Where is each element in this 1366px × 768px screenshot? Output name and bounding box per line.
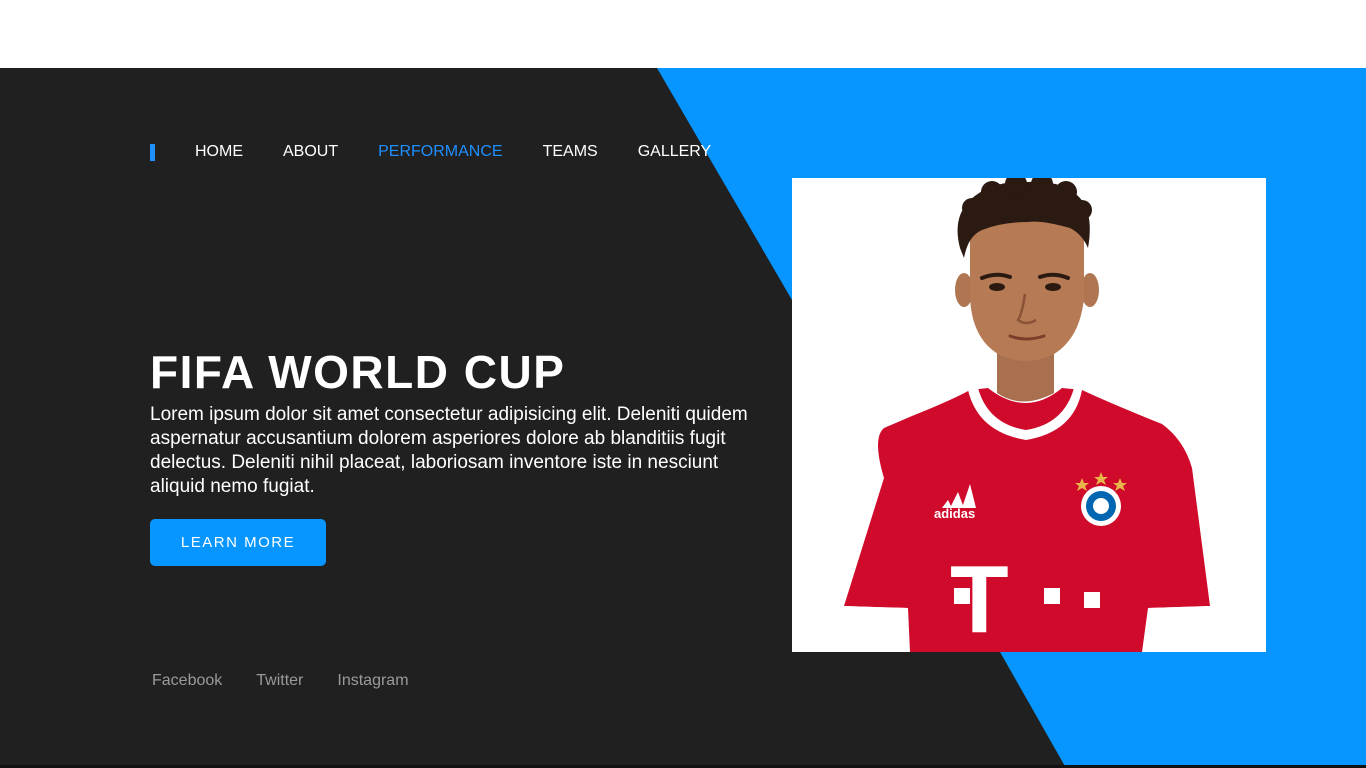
nav-item-teams[interactable]: TEAMS [543, 143, 598, 161]
twitter-link[interactable]: Twitter [256, 672, 303, 690]
nav-marker [150, 143, 155, 161]
nav-item-home[interactable]: HOME [195, 143, 243, 161]
facebook-link[interactable]: Facebook [152, 672, 222, 690]
nav-item-performance[interactable]: PERFORMANCE [378, 143, 502, 161]
nav-item-gallery[interactable]: GALLERY [638, 143, 712, 161]
hero-section: HOME ABOUT PERFORMANCE TEAMS GALLERY FIF… [0, 68, 1366, 768]
player-photo: adidas T [792, 178, 1266, 652]
player-illustration: adidas T [844, 178, 1210, 652]
main-nav: HOME ABOUT PERFORMANCE TEAMS GALLERY [150, 142, 751, 162]
learn-more-button[interactable]: LEARN MORE [150, 519, 326, 566]
social-links: Facebook Twitter Instagram [152, 672, 443, 690]
instagram-link[interactable]: Instagram [337, 672, 408, 690]
hero-title: FIFA WORLD CUP [150, 346, 566, 398]
nav-item-about[interactable]: ABOUT [283, 143, 338, 161]
svg-text:adidas: adidas [934, 506, 975, 521]
hero-description: Lorem ipsum dolor sit amet consectetur a… [150, 404, 748, 497]
